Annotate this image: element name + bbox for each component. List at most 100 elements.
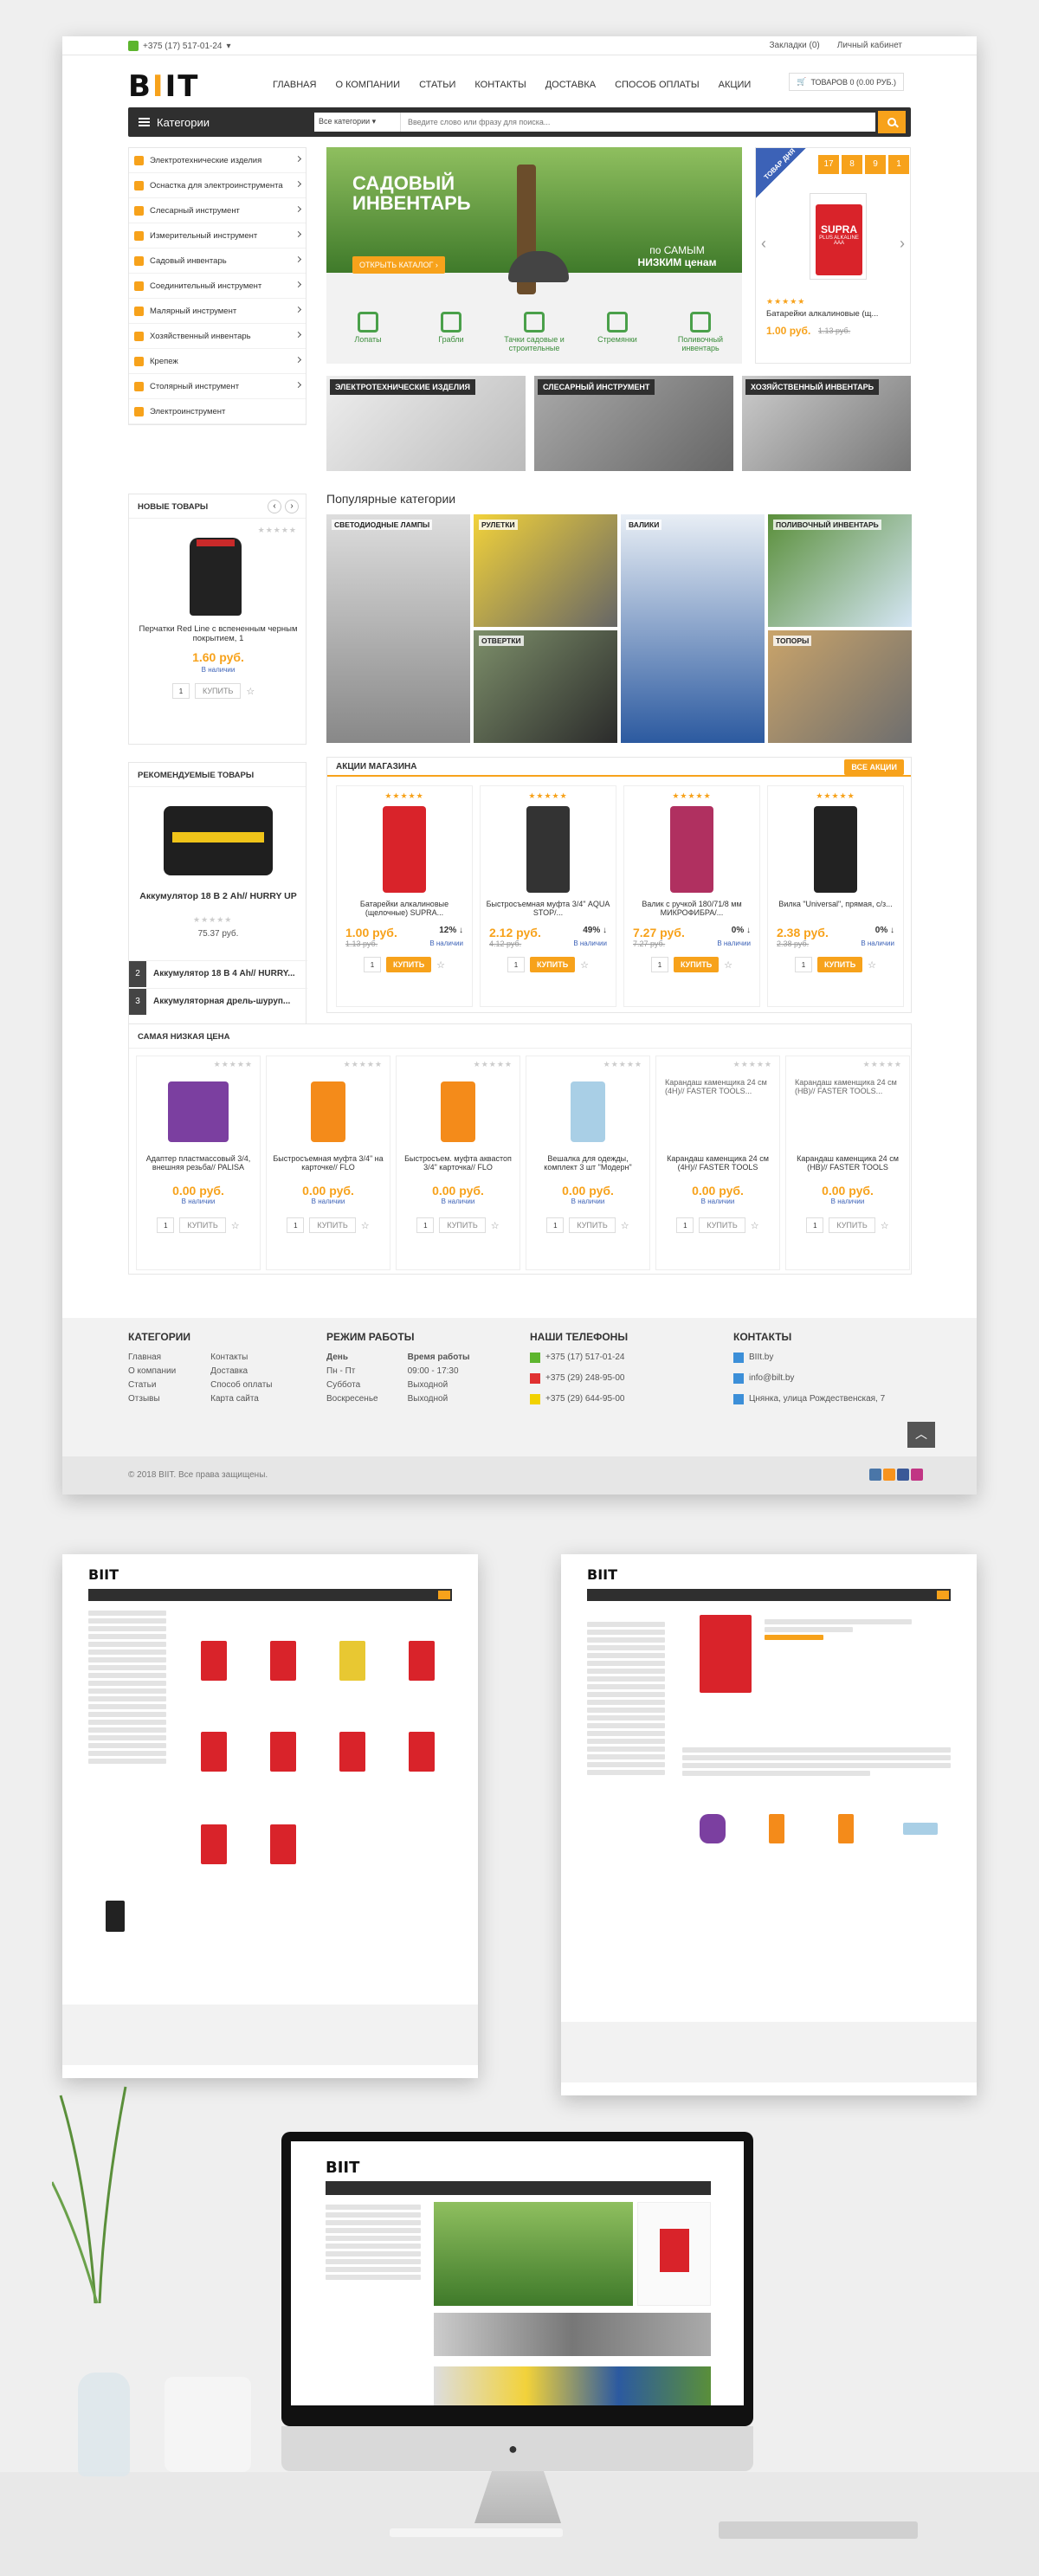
- star-icon[interactable]: ☆: [491, 1220, 500, 1231]
- quantity-input[interactable]: 1: [546, 1217, 565, 1233]
- buy-button[interactable]: КУПИТЬ: [829, 1217, 875, 1233]
- product-name[interactable]: Вилка "Universal", прямая, с/з...: [773, 900, 898, 920]
- buy-button[interactable]: КУПИТЬ: [439, 1217, 486, 1233]
- buy-button[interactable]: КУПИТЬ: [179, 1217, 226, 1233]
- cart-button[interactable]: 🛒 ТОВАРОВ 0 (0.00 РУБ.): [789, 73, 904, 91]
- product-name[interactable]: Аккумулятор 18 В 2 Ah// HURRY UP: [138, 891, 299, 901]
- product-image[interactable]: [571, 1081, 605, 1142]
- broken-image-alt[interactable]: Карандаш каменщика 24 см (4H)// FASTER T…: [665, 1078, 771, 1142]
- buy-button[interactable]: КУПИТЬ: [195, 683, 242, 699]
- scroll-top-button[interactable]: ︿: [907, 1422, 935, 1448]
- popular-cat-screwdrivers[interactable]: ОТВЕРТКИ: [474, 630, 617, 743]
- product-name[interactable]: Вешалка для одежды, комплект 3 шт "Модер…: [532, 1154, 644, 1178]
- buy-button[interactable]: КУПИТЬ: [385, 957, 432, 972]
- category-item[interactable]: Крепеж: [129, 349, 306, 374]
- buy-button[interactable]: КУПИТЬ: [673, 957, 720, 972]
- prev-arrow-icon[interactable]: ‹: [268, 500, 281, 513]
- footer-link[interactable]: Отзывы: [128, 1392, 176, 1406]
- nav-delivery[interactable]: ДОСТАВКА: [545, 80, 596, 90]
- nav-about[interactable]: О КОМПАНИИ: [335, 80, 400, 90]
- footer-link[interactable]: Главная: [128, 1351, 176, 1365]
- quantity-input[interactable]: 1: [363, 957, 381, 972]
- tool-link[interactable]: Поливочный инвентарь: [666, 312, 735, 352]
- category-item[interactable]: Хозяйственный инвентарь: [129, 324, 306, 349]
- product-name[interactable]: Карандаш каменщика 24 см (4H)// FASTER T…: [661, 1154, 774, 1178]
- category-item[interactable]: Садовый инвентарь: [129, 249, 306, 274]
- buy-button[interactable]: КУПИТЬ: [816, 957, 863, 972]
- nav-home[interactable]: ГЛАВНАЯ: [273, 80, 316, 90]
- quantity-input[interactable]: 1: [794, 957, 812, 972]
- star-icon[interactable]: ☆: [361, 1220, 370, 1231]
- star-icon[interactable]: ☆: [246, 686, 255, 697]
- next-arrow-icon[interactable]: ›: [285, 500, 299, 513]
- chevron-left-icon[interactable]: ‹: [761, 235, 766, 253]
- nav-payment[interactable]: СПОСОБ ОПЛАТЫ: [615, 80, 700, 90]
- product-name[interactable]: Быстросъемная муфта 3/4" на карточке// F…: [272, 1154, 384, 1178]
- open-catalog-button[interactable]: ОТКРЫТЬ КАТАЛОГ ›: [352, 256, 445, 274]
- email-link[interactable]: info@bilt.by: [749, 1372, 794, 1385]
- hero-slider[interactable]: САДОВЫЙ ИНВЕНТАРЬ ОТКРЫТЬ КАТАЛОГ › по СА…: [326, 147, 742, 364]
- product-name[interactable]: Быстросъемная муфта 3/4" AQUA STOP/...: [486, 900, 610, 920]
- bookmarks-link[interactable]: Закладки (0): [769, 41, 819, 50]
- star-icon[interactable]: ☆: [881, 1220, 889, 1231]
- product-name[interactable]: Батарейки алкалиновые (щелочные) SUPRA..…: [342, 900, 467, 920]
- vk-icon[interactable]: [869, 1469, 881, 1481]
- product-image[interactable]: [311, 1081, 345, 1142]
- logo[interactable]: BIIT: [128, 69, 199, 104]
- account-link[interactable]: Личный кабинет: [837, 41, 902, 50]
- footer-link[interactable]: Статьи: [128, 1378, 176, 1392]
- odnoklassniki-icon[interactable]: [883, 1469, 895, 1481]
- star-icon[interactable]: ☆: [436, 959, 445, 971]
- quantity-input[interactable]: 1: [416, 1217, 435, 1233]
- banner-household[interactable]: ХОЗЯЙСТВЕННЫЙ ИНВЕНТАРЬ: [742, 376, 911, 471]
- broken-image-alt[interactable]: Карандаш каменщика 24 см (HB)// FASTER T…: [795, 1078, 900, 1142]
- buy-button[interactable]: КУПИТЬ: [309, 1217, 356, 1233]
- footer-link[interactable]: Доставка: [210, 1365, 272, 1378]
- banner-locksmith[interactable]: СЛЕСАРНЫЙ ИНСТРУМЕНТ: [534, 376, 733, 471]
- category-item[interactable]: Малярный инструмент: [129, 299, 306, 324]
- quantity-input[interactable]: 1: [172, 683, 190, 699]
- nav-sales[interactable]: АКЦИИ: [719, 80, 752, 90]
- star-icon[interactable]: ☆: [868, 959, 876, 971]
- all-actions-button[interactable]: ВСЕ АКЦИИ: [844, 759, 904, 775]
- product-name[interactable]: Перчатки Red Line с вспененным черным по…: [138, 624, 299, 643]
- quantity-input[interactable]: 1: [157, 1217, 175, 1233]
- product-name[interactable]: Валик с ручкой 180/71/8 мм МИКРОФИБРА/..…: [629, 900, 754, 920]
- product-name[interactable]: Адаптер пластмассовый 3/4, внешняя резьб…: [142, 1154, 255, 1178]
- chevron-right-icon[interactable]: ›: [900, 235, 905, 253]
- buy-button[interactable]: КУПИТЬ: [529, 957, 576, 972]
- star-icon[interactable]: ☆: [621, 1220, 629, 1231]
- star-icon[interactable]: ☆: [580, 959, 589, 971]
- categories-button[interactable]: Категории: [128, 107, 312, 137]
- product-image[interactable]: [814, 806, 857, 893]
- product-name[interactable]: Быстросъем. муфта аквастоп 3/4" карточка…: [402, 1154, 514, 1178]
- product-image[interactable]: [441, 1081, 475, 1142]
- star-icon[interactable]: ☆: [231, 1220, 240, 1231]
- popular-cat-axes[interactable]: ТОПОРЫ: [768, 630, 912, 743]
- quantity-input[interactable]: 1: [650, 957, 668, 972]
- category-item[interactable]: Измерительный инструмент: [129, 223, 306, 249]
- buy-button[interactable]: КУПИТЬ: [569, 1217, 616, 1233]
- product-image[interactable]: SUPRA PLUS ALKALINE AAA: [810, 193, 867, 280]
- quantity-input[interactable]: 1: [806, 1217, 824, 1233]
- footer-link[interactable]: О компании: [128, 1365, 176, 1378]
- tool-link[interactable]: Тачки садовые и строительные: [500, 312, 569, 352]
- recommended-item[interactable]: 3 Аккумуляторная дрель-шуруп...: [129, 988, 307, 1015]
- star-icon[interactable]: ☆: [724, 959, 732, 971]
- star-icon[interactable]: ☆: [751, 1220, 759, 1231]
- tool-link[interactable]: Стремянки: [583, 312, 652, 352]
- popular-cat-watering[interactable]: ПОЛИВОЧНЫЙ ИНВЕНТАРЬ: [768, 514, 912, 627]
- instagram-icon[interactable]: [911, 1469, 923, 1481]
- product-image[interactable]: [383, 806, 426, 893]
- search-input[interactable]: [401, 113, 875, 132]
- product-image[interactable]: [526, 806, 570, 893]
- phone-dropdown[interactable]: +375 (17) 517-01-24 ▾: [128, 41, 231, 51]
- category-item[interactable]: Электротехнические изделия: [129, 148, 306, 173]
- product-image[interactable]: [168, 1081, 229, 1142]
- recommended-item[interactable]: 2 Аккумулятор 18 В 4 Ah// HURRY...: [129, 960, 307, 987]
- tool-link[interactable]: Лопаты: [333, 312, 403, 352]
- buy-button[interactable]: КУПИТЬ: [699, 1217, 745, 1233]
- category-select[interactable]: Все категории ▾: [314, 113, 401, 132]
- footer-link[interactable]: Карта сайта: [210, 1392, 272, 1406]
- popular-cat-rollers[interactable]: ВАЛИКИ: [621, 514, 765, 743]
